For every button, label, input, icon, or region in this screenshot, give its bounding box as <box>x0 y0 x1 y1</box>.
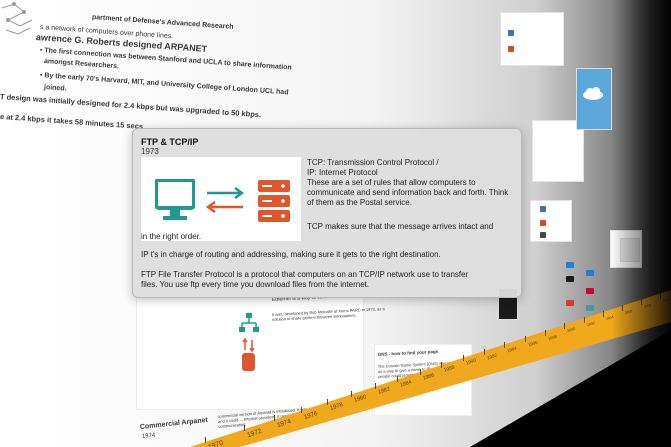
bg-card-right-3[interactable] <box>530 200 572 242</box>
timeline-tick <box>441 362 443 369</box>
timeline-tick <box>544 329 546 336</box>
timeline-tick <box>273 415 275 422</box>
timeline-tick <box>205 437 206 443</box>
ftp-description-2: files. You use ftp every time you downlo… <box>141 280 370 289</box>
network-icon <box>239 313 259 332</box>
bg-text-line6: • By the early 70's Harvard, MIT, and Un… <box>39 72 289 97</box>
logo-icon <box>540 220 546 226</box>
tcp-makes-sure-2: in the right order. <box>141 232 202 241</box>
logo-icon <box>566 262 574 268</box>
logo-icon <box>586 270 594 276</box>
transfer-arrows-icon <box>205 187 245 213</box>
ftp-description-1: FTP File Transfer Protocol is a protocol… <box>141 270 469 279</box>
tcp-heading-line1: TCP: Transmission Control Protocol / <box>307 158 439 167</box>
timeline-tick <box>326 398 328 405</box>
server-stack-icon <box>258 180 290 222</box>
timeline-tick <box>301 406 303 413</box>
bg-text-line7: joined. <box>43 84 67 93</box>
bg-text-line9: e at 2.4 kbps it takes 58 minutes 15 sec… <box>0 112 144 131</box>
logo-icon <box>508 30 514 36</box>
timeline-tick <box>462 355 464 362</box>
event-popup[interactable]: FTP & TCP/IP 1973 TCP: Transmission Cont… <box>132 128 522 298</box>
commercial-title: Commercial Arpanet <box>139 416 209 431</box>
cloud-icon <box>583 87 603 100</box>
network-sketch-icon <box>1 2 33 35</box>
ip-description: IP t's in charge of routing and addressi… <box>141 250 441 259</box>
timeline-tick <box>419 369 421 376</box>
timeline-tick <box>564 323 566 330</box>
logo-icon <box>566 300 574 306</box>
timeline-tick <box>504 342 506 349</box>
logo-icon <box>508 46 514 52</box>
tcp-heading-line2: IP: Internet Protocol <box>307 168 378 177</box>
timeline-tick <box>483 348 485 355</box>
timeline-tick <box>350 390 352 397</box>
popup-year: 1973 <box>141 147 159 156</box>
tcp-description: These are a set of rules that allow comp… <box>307 178 509 207</box>
timeline-tick <box>244 424 245 431</box>
timeline-tick <box>374 383 376 390</box>
popup-image <box>141 157 301 241</box>
timeline-tick <box>524 335 526 342</box>
timeline-tick <box>603 310 605 317</box>
bg-card-right-1[interactable] <box>500 12 564 66</box>
timeline-tick <box>397 376 399 383</box>
logo-icon <box>566 276 574 282</box>
server-arrows-icon <box>242 338 255 371</box>
bg-text-line5: amongst Researchers. <box>43 58 120 71</box>
logo-icon <box>540 232 546 238</box>
logo-icon <box>540 206 546 212</box>
tcp-makes-sure: TCP makes sure that the message arrives … <box>307 222 494 231</box>
popup-title: FTP & TCP/IP <box>141 137 199 147</box>
popup-text-block: TCP: Transmission Control Protocol / IP:… <box>307 158 513 208</box>
logo-icon <box>586 305 594 311</box>
computer-monitor-icon <box>155 179 195 220</box>
commercial-year: 1974 <box>141 432 156 440</box>
timeline-tick <box>583 317 585 324</box>
logo-icon <box>586 288 594 294</box>
